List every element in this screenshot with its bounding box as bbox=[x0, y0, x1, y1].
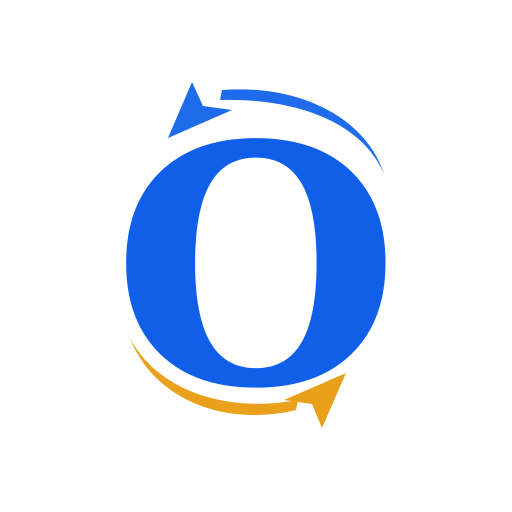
app-icon-canvas: O bbox=[0, 0, 512, 512]
refresh-o-logo: O bbox=[112, 73, 399, 461]
